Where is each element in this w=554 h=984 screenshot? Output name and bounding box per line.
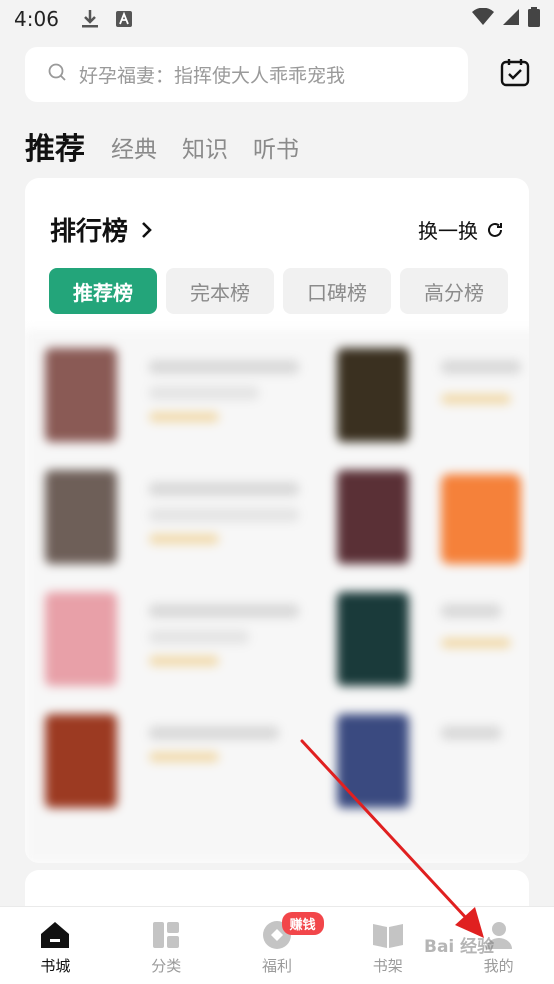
wifi-icon — [472, 7, 494, 30]
ranking-chip-row: 推荐榜 完本榜 口碑榜 高分榜 — [49, 268, 508, 314]
book-cover — [45, 714, 117, 808]
nav-category[interactable]: 分类 — [111, 907, 222, 984]
refresh-icon — [486, 221, 504, 239]
watermark: Bai 经验 — [424, 937, 495, 957]
nav-label: 我的 — [483, 957, 514, 975]
tab-audiobook[interactable]: 听书 — [253, 130, 299, 170]
battery-icon — [528, 7, 540, 31]
status-time: 4:06 — [14, 7, 59, 31]
nav-welfare[interactable]: 赚钱 福利 — [222, 907, 333, 984]
search-row: 好孕福妻：指挥使大人乖乖宠我 — [25, 46, 535, 102]
download-icon — [79, 8, 101, 30]
book-cover — [45, 592, 117, 686]
chip-completed-rank[interactable]: 完本榜 — [166, 268, 274, 314]
category-icon — [149, 919, 183, 951]
ranking-title[interactable]: 排行榜 — [50, 211, 128, 248]
book-item[interactable] — [337, 348, 521, 442]
refresh-label: 换一换 — [418, 219, 478, 243]
book-cover — [337, 714, 409, 808]
chip-high-score-rank[interactable]: 高分榜 — [400, 268, 508, 314]
book-item[interactable] — [45, 348, 299, 442]
tab-knowledge[interactable]: 知识 — [182, 130, 228, 170]
signal-icon — [502, 8, 520, 30]
nav-label: 福利 — [261, 957, 292, 975]
refresh-button[interactable]: 换一换 — [418, 215, 504, 244]
search-placeholder: 好孕福妻：指挥使大人乖乖宠我 — [79, 64, 346, 87]
a-box-icon — [113, 8, 135, 30]
book-grid-blurred — [25, 330, 529, 863]
calendar-check-icon — [500, 57, 530, 91]
chip-recommend-rank[interactable]: 推荐榜 — [49, 268, 157, 314]
book-cover — [45, 470, 117, 564]
chip-reputation-rank[interactable]: 口碑榜 — [283, 268, 391, 314]
book-cover — [337, 470, 409, 564]
book-cover — [337, 348, 409, 442]
search-input[interactable]: 好孕福妻：指挥使大人乖乖宠我 — [25, 46, 468, 102]
tab-recommend[interactable]: 推荐 — [25, 124, 85, 170]
ranking-card: 排行榜 换一换 推荐榜 完本榜 口碑榜 高分榜 — [25, 178, 529, 863]
tab-classic[interactable]: 经典 — [111, 130, 157, 170]
nav-label: 分类 — [151, 957, 182, 975]
calendar-button[interactable] — [495, 54, 535, 94]
book-item[interactable] — [337, 592, 511, 686]
status-indicators — [472, 7, 540, 31]
search-icon — [47, 62, 67, 86]
earn-money-badge: 赚钱 — [281, 912, 324, 935]
home-icon — [38, 919, 72, 951]
ranking-header: 排行榜 换一换 — [50, 211, 504, 248]
book-item[interactable] — [337, 470, 521, 564]
category-tabs: 推荐 经典 知识 听书 — [25, 124, 324, 170]
nav-bookstore[interactable]: 书城 — [0, 907, 111, 984]
book-item[interactable] — [45, 470, 299, 564]
nav-label: 书城 — [40, 957, 71, 975]
book-item[interactable] — [45, 592, 299, 686]
bookshelf-icon — [371, 919, 405, 951]
book-cover — [45, 348, 117, 442]
nav-label: 书架 — [372, 957, 403, 975]
book-item[interactable] — [45, 714, 279, 808]
book-cover — [337, 592, 409, 686]
book-item[interactable] — [337, 714, 501, 808]
chevron-right-icon[interactable] — [140, 220, 156, 240]
status-bar: 4:06 — [0, 0, 554, 38]
